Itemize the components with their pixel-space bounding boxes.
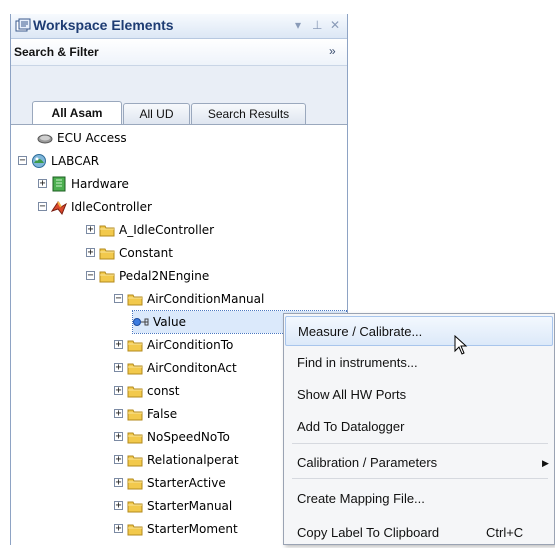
- folder-icon: [99, 225, 115, 237]
- labcar-icon: [32, 154, 46, 168]
- expand-icon[interactable]: +: [114, 524, 123, 534]
- tree-item-label: A_IdleController: [119, 223, 215, 237]
- create-mapping-file-item[interactable]: Create Mapping File...: [285, 484, 553, 514]
- find-in-instruments-item[interactable]: Find in instruments...: [285, 348, 553, 378]
- tree-item[interactable]: − LABCAR: [18, 150, 347, 172]
- folder-icon: [127, 455, 143, 467]
- folder-icon: [127, 386, 143, 398]
- collapse-chevron-icon[interactable]: »: [329, 44, 336, 58]
- tree-item[interactable]: + A_IdleController: [86, 219, 347, 241]
- folder-icon: [99, 248, 115, 260]
- workspace-icon: [15, 18, 31, 32]
- mouse-cursor-icon: [454, 335, 468, 355]
- folder-icon: [127, 501, 143, 513]
- menu-separator: [292, 443, 548, 444]
- hardware-icon: [52, 176, 66, 192]
- expand-icon[interactable]: +: [114, 501, 123, 511]
- folder-icon: [127, 363, 143, 375]
- expand-icon[interactable]: +: [86, 248, 95, 258]
- tree-item-label: StarterActive: [147, 476, 226, 490]
- calibration-parameters-item[interactable]: Calibration / Parameters ▶: [285, 448, 553, 478]
- tab-all-asam[interactable]: All Asam: [32, 101, 122, 125]
- expand-icon[interactable]: +: [114, 363, 123, 373]
- search-filter-bar[interactable]: Search & Filter »: [11, 39, 347, 66]
- tab-all-ud[interactable]: All UD: [123, 103, 190, 124]
- tree-item-label: Hardware: [71, 177, 129, 191]
- tree-item-label: const: [147, 384, 180, 398]
- tree-item-label: StarterMoment: [147, 522, 238, 536]
- tree-item-label: False: [147, 407, 178, 421]
- expand-icon[interactable]: +: [86, 225, 95, 235]
- tree-item-label: NoSpeedNoTo: [147, 430, 230, 444]
- measurement-value-icon: [133, 318, 149, 326]
- tree-item-label: Relationalperat: [147, 453, 239, 467]
- collapse-icon[interactable]: −: [18, 156, 27, 166]
- panel-menu-dropdown-icon[interactable]: ▾: [295, 18, 301, 32]
- menu-item-shortcut: Ctrl+C: [486, 525, 524, 540]
- tree-item-label: StarterManual: [147, 499, 233, 513]
- measure-calibrate-item[interactable]: Measure / Calibrate...: [285, 316, 553, 346]
- tree-item-label: StarterTorque: [147, 541, 229, 545]
- tree-item-label: AirConditionTo: [147, 338, 234, 352]
- menu-separator: [292, 478, 548, 479]
- tree-item-label: AirConditonAct: [147, 361, 237, 375]
- folder-icon: [127, 432, 143, 444]
- collapse-icon[interactable]: −: [38, 202, 47, 212]
- tab-strip: All Asam All UD Search Results: [11, 66, 347, 125]
- menu-item-label: Calibration / Parameters: [297, 455, 438, 470]
- tree-item[interactable]: ECU Access: [37, 127, 346, 149]
- tree-item-label: Value: [153, 315, 186, 329]
- tree-item-label: ECU Access: [57, 131, 127, 145]
- tree-item-label: LABCAR: [51, 154, 100, 168]
- folder-icon: [127, 409, 143, 421]
- collapse-icon[interactable]: −: [86, 271, 95, 281]
- expand-icon[interactable]: +: [114, 386, 123, 396]
- context-menu: Measure / Calibrate... Find in instrument…: [283, 313, 555, 545]
- expand-icon[interactable]: +: [114, 409, 123, 419]
- expand-icon[interactable]: +: [38, 179, 47, 189]
- simulink-model-icon: [51, 201, 67, 215]
- folder-icon: [99, 271, 115, 283]
- tree-item[interactable]: + Hardware: [38, 173, 347, 195]
- collapse-icon[interactable]: −: [114, 294, 123, 304]
- panel-titlebar: Workspace Elements ▾ ⊥ ✕: [11, 14, 347, 39]
- menu-item-label: Find in instruments...: [297, 355, 418, 370]
- menu-item-label: Add To Datalogger: [297, 419, 405, 434]
- expand-icon[interactable]: +: [114, 340, 123, 350]
- search-filter-label: Search & Filter: [14, 45, 99, 59]
- add-to-datalogger-item[interactable]: Add To Datalogger: [285, 412, 553, 442]
- menu-item-label: Show All HW Ports: [297, 387, 407, 402]
- show-all-hw-ports-item[interactable]: Show All HW Ports: [285, 380, 553, 410]
- tree-item-label: Pedal2NEngine: [119, 269, 210, 283]
- expand-icon[interactable]: +: [114, 432, 123, 442]
- expand-icon[interactable]: +: [114, 478, 123, 488]
- pin-icon[interactable]: ⊥: [312, 18, 322, 32]
- copy-label-to-clipboard-item[interactable]: Copy Label To Clipboard Ctrl+C: [285, 518, 553, 548]
- folder-icon: [127, 524, 143, 536]
- close-icon[interactable]: ✕: [330, 18, 340, 32]
- menu-item-label: Measure / Calibrate...: [298, 324, 423, 339]
- menu-item-label: Create Mapping File...: [297, 491, 425, 506]
- menu-item-label: Copy Label To Clipboard: [297, 525, 440, 540]
- expand-icon[interactable]: +: [114, 455, 123, 465]
- panel-title: Workspace Elements: [33, 17, 174, 33]
- ecu-access-icon: [37, 134, 53, 144]
- tree-item[interactable]: − Pedal2NEngine: [86, 265, 347, 287]
- tree-item[interactable]: − AirConditionManual: [114, 288, 347, 310]
- tree-item[interactable]: + Constant: [86, 242, 347, 264]
- tree-item-label: AirConditionManual: [147, 292, 265, 306]
- submenu-arrow-icon: ▶: [542, 458, 549, 468]
- tab-search-results[interactable]: Search Results: [191, 103, 306, 124]
- tree-item-label: Constant: [119, 246, 173, 260]
- folder-icon: [127, 478, 143, 490]
- folder-icon: [127, 340, 143, 352]
- tree-item-label: IdleController: [71, 200, 152, 214]
- tree-item[interactable]: − IdleController: [38, 196, 347, 218]
- folder-icon: [127, 294, 143, 306]
